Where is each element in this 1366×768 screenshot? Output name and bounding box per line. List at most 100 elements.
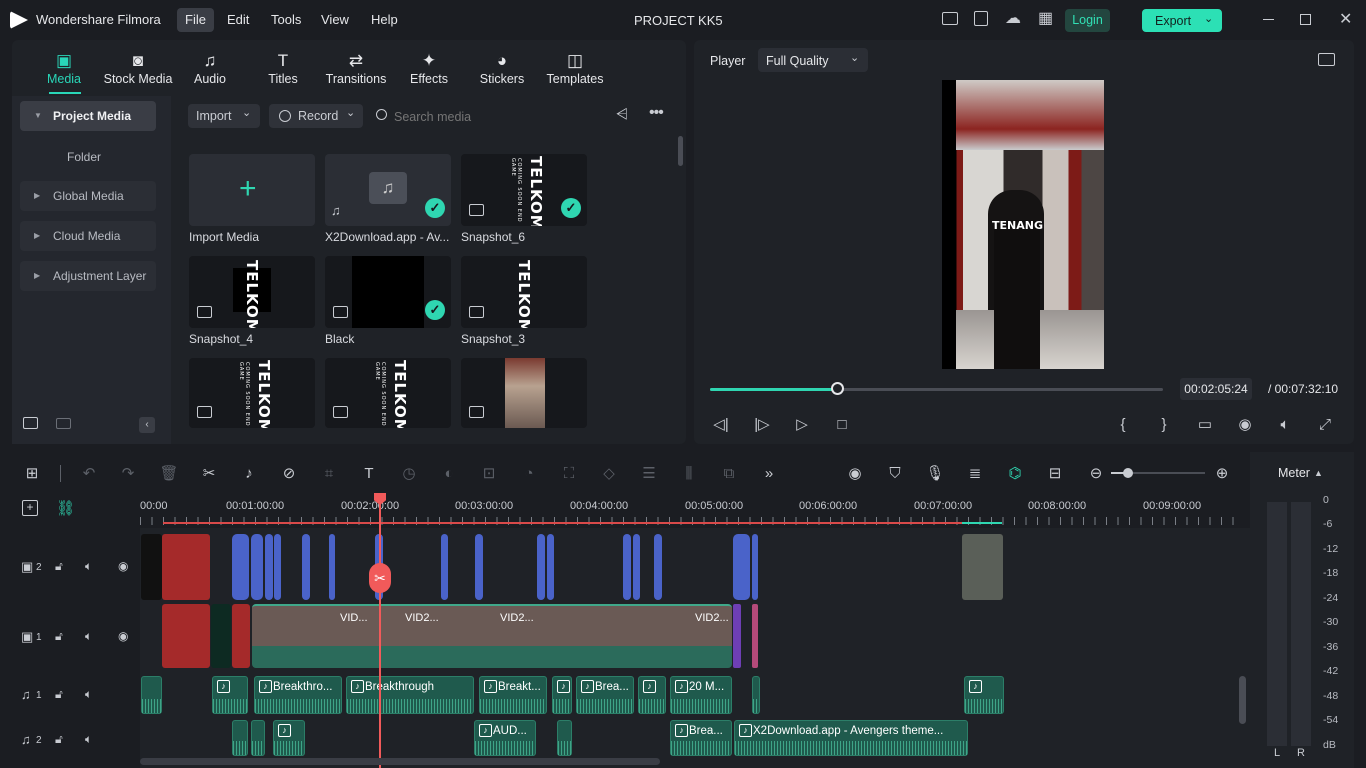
quality-dropdown[interactable]: Full Quality ⌄ — [758, 48, 868, 72]
delete-icon[interactable]: 🗑︎ — [157, 462, 181, 486]
menu-view[interactable]: View — [313, 8, 357, 32]
media-item-snapshot-4[interactable]: TELKOM — [189, 256, 315, 328]
camera-icon[interactable]: ◉ — [1233, 413, 1257, 437]
meter-title[interactable]: Meter — [1278, 466, 1310, 480]
stabilize-icon[interactable]: ⊡ — [477, 462, 501, 486]
zoom-out-icon[interactable]: ⊖ — [1084, 462, 1108, 486]
import-dropdown[interactable]: Import ⌄ — [188, 104, 260, 128]
more-tools-icon[interactable]: » — [757, 462, 781, 486]
video-clip[interactable] — [537, 534, 545, 600]
video-clip[interactable] — [547, 534, 554, 600]
video-clip[interactable] — [962, 534, 1003, 600]
meter-dropdown-icon[interactable]: ▲ — [1314, 468, 1323, 478]
video-clip[interactable] — [252, 604, 732, 668]
video-clip[interactable] — [302, 534, 310, 600]
tab-effects[interactable]: ✦ Effects — [393, 50, 465, 94]
export-button[interactable]: Export ⌄ — [1142, 9, 1222, 32]
marker-icon[interactable]: ⛉ — [883, 462, 907, 486]
video-clip[interactable] — [162, 534, 210, 600]
cloud-upload-icon[interactable]: ☁ — [1005, 8, 1021, 28]
keyframe-icon[interactable]: ◇ — [597, 462, 621, 486]
sidebar-item-global-media[interactable]: ▶ Global Media — [20, 181, 156, 211]
timeline-horizontal-scrollbar[interactable] — [140, 758, 660, 765]
previous-frame-icon[interactable]: ◁| — [709, 413, 733, 437]
media-item-snapshot-6[interactable]: TELKOM COMING SOON END GAME ✓ — [461, 154, 587, 226]
tab-audio[interactable]: ♫ Audio — [174, 50, 246, 94]
menu-edit[interactable]: Edit — [219, 8, 257, 32]
audio-clip[interactable]: ♪ — [273, 720, 305, 756]
video-clip[interactable] — [441, 534, 448, 600]
video-clip[interactable] — [475, 534, 483, 600]
playback-handle[interactable] — [830, 382, 844, 395]
video-clip[interactable] — [232, 604, 250, 668]
import-media-tile[interactable]: + — [189, 154, 315, 226]
speaker-icon[interactable]: 🔈︎ — [85, 559, 92, 574]
microphone-icon[interactable]: 🎙︎ — [923, 462, 947, 486]
close-icon[interactable]: ✕ — [1339, 9, 1352, 29]
lock-icon[interactable]: 🔓︎ — [55, 732, 63, 747]
sidebar-item-folder[interactable]: Folder — [67, 150, 101, 164]
split-screen-icon[interactable]: ⊟ — [1043, 462, 1067, 486]
video-clip[interactable] — [752, 534, 758, 600]
layout-grid-icon[interactable]: ⊞ — [20, 462, 44, 486]
media-item-snapshot[interactable]: TELKOM COMING SOON END GAME — [325, 358, 451, 428]
media-item-snapshot[interactable]: TELKOM COMING SOON END GAME — [189, 358, 315, 428]
audio-clip[interactable]: ♪ — [964, 676, 1004, 714]
lock-icon[interactable]: 🔓︎ — [55, 629, 63, 644]
zoom-in-icon[interactable]: ⊕ — [1210, 462, 1234, 486]
link-icon[interactable]: ⛓ — [56, 499, 75, 517]
grid-icon[interactable]: ▦ — [1038, 8, 1053, 28]
menu-tools[interactable]: Tools — [263, 8, 309, 32]
audio-clip[interactable]: ♪ X2Download.app - Avengers theme... — [734, 720, 968, 756]
stretch-icon[interactable]: ⧉ — [717, 462, 741, 486]
minimize-icon[interactable] — [1263, 19, 1274, 20]
fit-icon[interactable]: ⛶ — [557, 462, 581, 486]
video-clip[interactable] — [211, 604, 231, 668]
folder-icon[interactable] — [56, 418, 71, 429]
media-scrollbar[interactable] — [678, 136, 683, 166]
maximize-icon[interactable] — [1300, 14, 1311, 25]
mark-out-icon[interactable]: } — [1152, 413, 1176, 437]
save-icon[interactable] — [974, 11, 988, 26]
sidebar-item-project-media[interactable]: ▼ Project Media — [20, 101, 156, 131]
video-clip[interactable] — [623, 534, 631, 600]
lock-icon[interactable]: 🔓︎ — [55, 687, 63, 702]
stop-icon[interactable]: □ — [830, 413, 854, 437]
lock-icon[interactable]: 🔓︎ — [55, 559, 63, 574]
audio-clip[interactable] — [232, 720, 248, 756]
text-icon[interactable]: T — [357, 462, 381, 486]
login-button[interactable]: Login — [1065, 9, 1110, 32]
audio-split-icon[interactable]: ♪ — [237, 462, 261, 486]
sidebar-item-cloud-media[interactable]: ▶ Cloud Media — [20, 221, 156, 251]
filter-icon[interactable]: ⩤ — [616, 106, 628, 123]
next-frame-icon[interactable]: |▷ — [750, 413, 774, 437]
crop-icon[interactable]: ⌗ — [317, 462, 341, 486]
audio-clip[interactable]: ♪ Breakthrough — [346, 676, 474, 714]
media-item-audio[interactable]: ♫ ♫ ✓ — [325, 154, 451, 226]
timeline-vertical-scrollbar[interactable] — [1239, 676, 1246, 724]
render-icon[interactable]: ◉ — [843, 462, 867, 486]
media-item-snapshot-3[interactable]: TELKOM — [461, 256, 587, 328]
video-clip[interactable] — [265, 534, 273, 600]
media-item-black[interactable]: ✓ — [325, 256, 451, 328]
audio-clip[interactable]: ♪ Brea... — [670, 720, 732, 756]
speaker-icon[interactable]: 🔈︎ — [85, 732, 92, 747]
video-clip[interactable] — [251, 534, 263, 600]
undo-icon[interactable]: ↶ — [77, 462, 101, 486]
audio-mixer-icon[interactable]: ⫼ — [677, 462, 701, 486]
timer-icon[interactable]: ◔ — [517, 462, 541, 486]
audio-clip[interactable]: ♪ — [638, 676, 666, 714]
audio-clip[interactable]: ♪ Brea... — [576, 676, 634, 714]
adjust-icon[interactable]: ☰ — [637, 462, 661, 486]
audio-clip[interactable] — [752, 676, 760, 714]
speaker-icon[interactable]: 🔈︎ — [85, 629, 92, 644]
voiceover-icon[interactable]: ≣ — [963, 462, 987, 486]
eye-icon[interactable]: ◉ — [118, 629, 128, 643]
audio-clip[interactable] — [141, 676, 162, 714]
layout-icon[interactable] — [942, 12, 958, 25]
video-clip[interactable] — [162, 604, 210, 668]
eye-icon[interactable]: ◉ — [118, 559, 128, 573]
speaker-icon[interactable]: 🔈︎ — [85, 687, 92, 702]
add-track-icon[interactable]: + — [22, 500, 38, 516]
fullscreen-icon[interactable]: ⤢ — [1313, 413, 1337, 437]
